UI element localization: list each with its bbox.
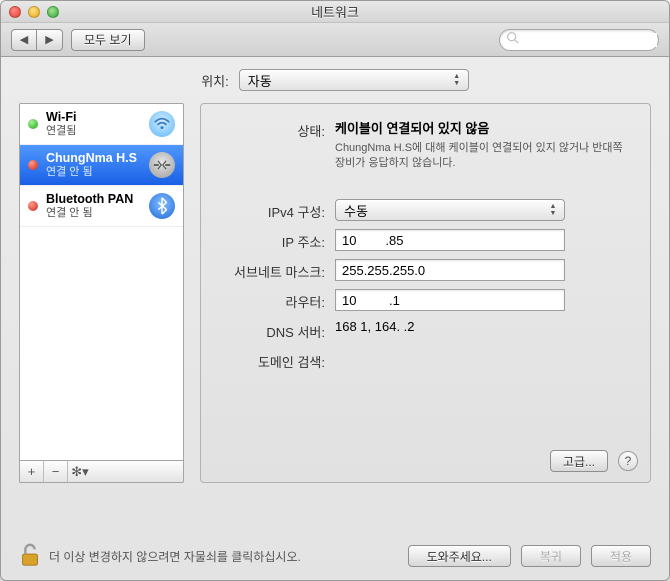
router-row: 라우터: xyxy=(217,289,634,311)
help-button[interactable]: ? xyxy=(618,451,638,471)
service-actions-button[interactable]: ✻▾ xyxy=(68,461,92,482)
advanced-row: 고급... ? xyxy=(550,450,638,472)
dns-label: DNS 서버: xyxy=(217,319,335,341)
dns-value: 168 1, 164. .2 xyxy=(335,319,634,334)
status-label: 상태: xyxy=(217,118,335,140)
main-row: Wi-Fi 연결됨 ChungNma H.S 연결 안 됨 xyxy=(19,103,651,483)
service-text: Bluetooth PAN 연결 안 됨 xyxy=(46,192,141,220)
status-row: 상태: 케이블이 연결되어 있지 않음 ChungNma H.S에 대해 케이블… xyxy=(217,118,634,171)
lock-text: 더 이상 변경하지 않으려면 자물쇠를 클릭하십시오. xyxy=(49,548,301,565)
ip-address-row: IP 주소: xyxy=(217,229,634,251)
location-label: 위치: xyxy=(201,71,229,90)
ipv4-config-value: 수동 xyxy=(344,201,368,220)
search-domains-row: 도메인 검색: xyxy=(217,349,634,371)
add-service-button[interactable]: + xyxy=(20,461,44,482)
service-status: 연결됨 xyxy=(46,124,141,138)
service-item-bluetooth[interactable]: Bluetooth PAN 연결 안 됨 xyxy=(20,186,183,227)
location-row: 위치: 자동 ▲▼ xyxy=(19,69,651,91)
router-input[interactable] xyxy=(335,289,565,311)
ethernet-icon xyxy=(149,152,175,178)
assist-button[interactable]: 도와주세요... xyxy=(408,545,511,567)
service-text: Wi-Fi 연결됨 xyxy=(46,110,141,138)
location-popup[interactable]: 자동 ▲▼ xyxy=(239,69,469,91)
ipv4-config-popup[interactable]: 수동 ▲▼ xyxy=(335,199,565,221)
revert-button[interactable]: 복귀 xyxy=(521,545,581,567)
back-button[interactable]: ◀ xyxy=(11,29,37,51)
bluetooth-icon xyxy=(149,193,175,219)
apply-button[interactable]: 적용 xyxy=(591,545,651,567)
advanced-button[interactable]: 고급... xyxy=(550,450,608,472)
titlebar: 네트워크 xyxy=(1,1,669,23)
service-status: 연결 안 됨 xyxy=(46,206,141,220)
popup-arrows-icon: ▲▼ xyxy=(546,202,560,218)
service-text: ChungNma H.S 연결 안 됨 xyxy=(46,151,141,179)
status-value: 케이블이 연결되어 있지 않음 ChungNma H.S에 대해 케이블이 연결… xyxy=(335,118,634,171)
detail-panel: 상태: 케이블이 연결되어 있지 않음 ChungNma H.S에 대해 케이블… xyxy=(200,103,651,483)
window-title: 네트워크 xyxy=(1,2,669,21)
show-all-button[interactable]: 모두 보기 xyxy=(71,29,145,51)
toolbar: ◀ ▶ 모두 보기 xyxy=(1,23,669,57)
lock-area[interactable]: 더 이상 변경하지 않으려면 자물쇠를 클릭하십시오. xyxy=(19,542,398,571)
status-dot-icon xyxy=(28,160,38,170)
status-description: ChungNma H.S에 대해 케이블이 연결되어 있지 않거나 반대쪽 장비… xyxy=(335,141,634,171)
service-item-ethernet[interactable]: ChungNma H.S 연결 안 됨 xyxy=(20,145,183,186)
forward-button[interactable]: ▶ xyxy=(37,29,63,51)
subnet-row: 서브네트 마스크: xyxy=(217,259,634,281)
service-list: Wi-Fi 연결됨 ChungNma H.S 연결 안 됨 xyxy=(19,103,184,461)
lock-open-icon xyxy=(19,542,41,571)
service-item-wifi[interactable]: Wi-Fi 연결됨 xyxy=(20,104,183,145)
sidebar-toolbar: + − ✻▾ xyxy=(19,461,184,483)
popup-arrows-icon: ▲▼ xyxy=(450,72,464,88)
ipv4-config-row: IPv4 구성: 수동 ▲▼ xyxy=(217,199,634,221)
ip-address-label: IP 주소: xyxy=(217,229,335,251)
ip-address-input[interactable] xyxy=(335,229,565,251)
service-name: Wi-Fi xyxy=(46,110,141,124)
ipv4-config-label: IPv4 구성: xyxy=(217,199,335,221)
service-status: 연결 안 됨 xyxy=(46,165,141,179)
footer: 더 이상 변경하지 않으려면 자물쇠를 클릭하십시오. 도와주세요... 복귀 … xyxy=(1,532,669,580)
dns-row: DNS 서버: 168 1, 164. .2 xyxy=(217,319,634,341)
subnet-label: 서브네트 마스크: xyxy=(217,259,335,281)
search-input[interactable] xyxy=(523,33,657,47)
subnet-input[interactable] xyxy=(335,259,565,281)
wifi-icon xyxy=(149,111,175,137)
search-field[interactable] xyxy=(499,29,659,51)
content-area: 위치: 자동 ▲▼ Wi-Fi 연결됨 xyxy=(1,57,669,483)
router-label: 라우터: xyxy=(217,289,335,311)
sidebar: Wi-Fi 연결됨 ChungNma H.S 연결 안 됨 xyxy=(19,103,184,483)
search-domains-label: 도메인 검색: xyxy=(217,349,335,371)
network-preferences-window: 네트워크 ◀ ▶ 모두 보기 위치: 자동 ▲▼ xyxy=(0,0,670,581)
remove-service-button[interactable]: − xyxy=(44,461,68,482)
location-value: 자동 xyxy=(248,71,272,90)
status-dot-icon xyxy=(28,119,38,129)
search-icon xyxy=(506,31,519,49)
service-name: ChungNma H.S xyxy=(46,151,141,165)
nav-buttons: ◀ ▶ xyxy=(11,29,63,51)
status-title: 케이블이 연결되어 있지 않음 xyxy=(335,118,634,137)
status-dot-icon xyxy=(28,201,38,211)
service-name: Bluetooth PAN xyxy=(46,192,141,206)
